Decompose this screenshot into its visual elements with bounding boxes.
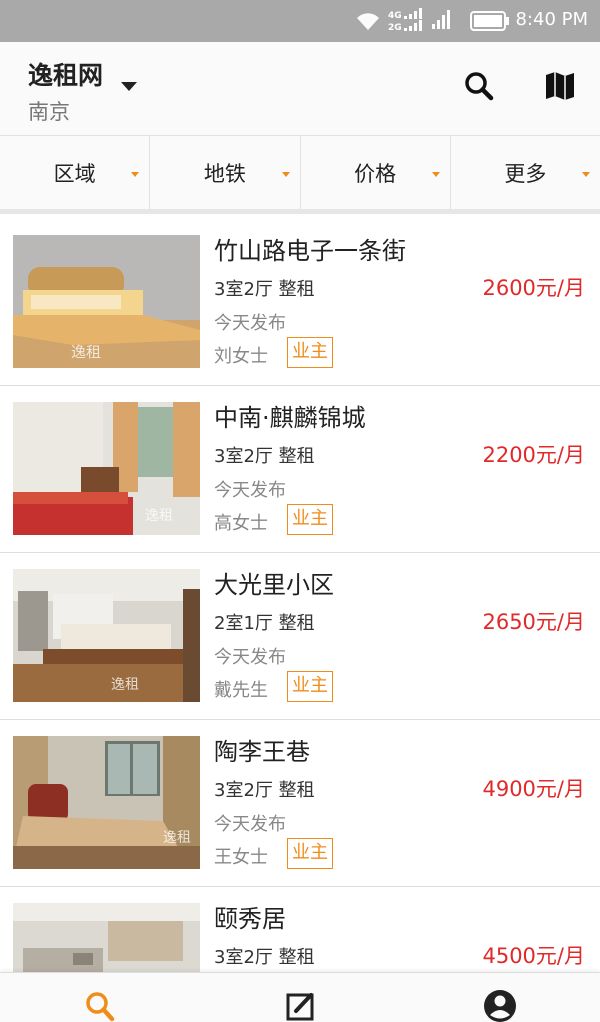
filter-tab-district[interactable]: 区域 [0, 136, 151, 209]
listing-list[interactable]: 逸租 竹山路电子一条街 3室2厅 整租 2600元/月 今天发布 刘女士 业主 … [0, 219, 600, 972]
listing-price: 2200元/月 [482, 443, 585, 467]
owner-badge: 业主 [287, 671, 333, 702]
filter-bar: 区域 地铁 价格 更多 [0, 136, 600, 214]
listing-posted: 今天发布 [214, 647, 286, 668]
battery-icon [470, 11, 510, 35]
app-header: 逸租网 南京 [0, 42, 600, 136]
filter-tab-label: 价格 [354, 161, 397, 186]
account-icon [483, 989, 517, 1022]
listing-posted: 今天发布 [214, 480, 286, 501]
search-button[interactable] [459, 68, 499, 108]
signal-icon [432, 10, 452, 34]
listing-photo: 逸租 [13, 402, 200, 535]
filter-tab-label: 更多 [504, 161, 547, 186]
listing-price: 2600元/月 [482, 276, 585, 300]
svg-text:逸租: 逸租 [71, 343, 101, 361]
caret-down-icon [582, 172, 590, 177]
bottom-nav [0, 972, 600, 1022]
listing-contact: 戴先生 [214, 680, 268, 701]
filter-tab-more[interactable]: 更多 [451, 136, 600, 209]
listing-item[interactable]: 逸租 陶李王巷 3室2厅 整租 4900元/月 今天发布 王女士 业主 [0, 720, 600, 887]
listing-title: 竹山路电子一条街 [214, 237, 406, 265]
city-selector[interactable]: 南京 [28, 96, 70, 126]
caret-down-icon [431, 172, 440, 177]
svg-text:4G: 4G [388, 11, 402, 21]
listing-photo [13, 903, 200, 972]
listing-title: 大光里小区 [214, 571, 334, 599]
listing-layout: 3室2厅 整租 [214, 279, 315, 300]
listing-title: 颐秀居 [214, 905, 286, 933]
listing-photo: 逸租 [13, 736, 200, 869]
listing-price: 4900元/月 [482, 777, 585, 801]
listing-posted: 今天发布 [214, 814, 286, 835]
caret-down-icon [281, 172, 290, 177]
wifi-icon [355, 10, 381, 36]
svg-text:逸租: 逸租 [111, 677, 139, 693]
listing-layout: 3室2厅 整租 [214, 947, 315, 968]
filter-tab-subway[interactable]: 地铁 [150, 136, 301, 209]
listing-contact: 王女士 [214, 847, 268, 868]
listing-price: 4500元/月 [482, 944, 585, 968]
owner-badge: 业主 [287, 337, 333, 368]
svg-text:逸租: 逸租 [163, 830, 191, 846]
nav-account[interactable] [482, 989, 518, 1022]
svg-text:2G: 2G [388, 23, 402, 33]
listing-layout: 3室2厅 整租 [214, 780, 315, 801]
listing-price: 2650元/月 [482, 610, 585, 634]
search-icon [84, 989, 116, 1022]
listing-photo: 逸租 [13, 235, 200, 368]
signal-4g-2g-icon: 4G 2G [388, 8, 422, 38]
chevron-down-icon[interactable] [121, 82, 137, 91]
listing-layout: 2室1厅 整租 [214, 613, 315, 634]
svg-text:逸租: 逸租 [145, 508, 173, 524]
map-button[interactable] [540, 68, 580, 108]
listing-item[interactable]: 逸租 竹山路电子一条街 3室2厅 整租 2600元/月 今天发布 刘女士 业主 [0, 219, 600, 386]
listing-contact: 高女士 [214, 513, 268, 534]
nav-post[interactable] [282, 989, 318, 1022]
listing-title: 中南·麒麟锦城 [214, 404, 366, 432]
search-icon [463, 70, 495, 106]
map-icon [544, 70, 576, 106]
listing-title: 陶李王巷 [214, 738, 310, 766]
app-title: 逸租网 [28, 61, 104, 90]
filter-tab-label: 区域 [53, 161, 96, 186]
filter-tab-label: 地铁 [203, 161, 246, 186]
listing-posted: 今天发布 [214, 313, 286, 334]
listing-item[interactable]: 逸租 中南·麒麟锦城 3室2厅 整租 2200元/月 今天发布 高女士 业主 [0, 386, 600, 553]
edit-icon [284, 989, 316, 1022]
filter-tab-price[interactable]: 价格 [301, 136, 451, 209]
nav-search[interactable] [82, 989, 118, 1022]
owner-badge: 业主 [287, 504, 333, 535]
listing-contact: 刘女士 [214, 346, 268, 367]
status-time: 8:40 PM [515, 9, 588, 30]
status-bar: 4G 2G 8:40 PM [0, 0, 600, 42]
listing-item[interactable]: 逸租 大光里小区 2室1厅 整租 2650元/月 今天发布 戴先生 业主 [0, 553, 600, 720]
listing-photo: 逸租 [13, 569, 200, 702]
listing-item[interactable]: 颐秀居 3室2厅 整租 4500元/月 [0, 887, 600, 972]
owner-badge: 业主 [287, 838, 333, 869]
listing-layout: 3室2厅 整租 [214, 446, 315, 467]
caret-down-icon [131, 172, 140, 177]
